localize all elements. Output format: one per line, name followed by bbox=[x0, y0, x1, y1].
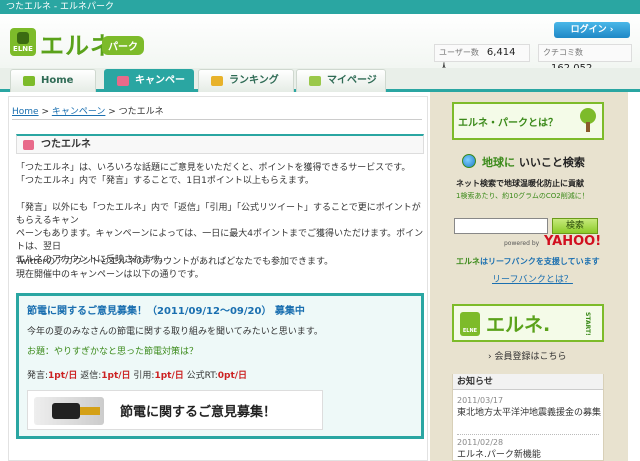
globe-icon bbox=[462, 154, 476, 168]
start-label: START! bbox=[584, 312, 591, 336]
intro-paragraph: 「つたエルネ」は、いろいろな話題にご意見をいただくと、ポイントを獲得できるサービ… bbox=[16, 162, 426, 188]
points-line: ペーンもあります。キャンペーンによっては、一日に最大4ポイントまでご獲得いただけ… bbox=[16, 229, 424, 252]
site-logo-park[interactable]: パーク bbox=[102, 36, 144, 55]
tab-ranking-label: ランキング bbox=[229, 75, 279, 86]
page-title: つたエルネ bbox=[41, 139, 91, 150]
news-item-link[interactable]: エルネ.パーク新機能 bbox=[457, 449, 603, 461]
main-nav: Home キャンペーン ランキング マイページ bbox=[0, 68, 640, 108]
site-header: ELNE エルネ. パーク ログイン › ユーザー数6,414人 クチコミ数16… bbox=[0, 14, 640, 74]
support-elne: エルネ bbox=[456, 257, 480, 266]
park-about-banner[interactable]: エルネ・パークとは？ bbox=[452, 102, 604, 140]
breadcrumb-sep: > bbox=[38, 107, 52, 117]
intro-line: 「つたエルネ」は、いろいろな話題にご意見をいただくと、ポイントを獲得できるサービ… bbox=[16, 163, 411, 173]
search-button[interactable]: 検索 bbox=[552, 218, 598, 234]
search-subtitle: ネット検索で地球温暖化防止に貢献 bbox=[456, 179, 584, 188]
campaign-points: 発言:1pt/日 返信:1pt/日 引用:1pt/日 公式RT:0pt/日 bbox=[27, 368, 247, 381]
user-count-stat: ユーザー数6,414人 bbox=[434, 44, 530, 74]
register-link[interactable]: › 会員登録はこちら bbox=[488, 349, 566, 362]
campaign-title-link[interactable]: 節電に関するご意見募集！（2011/09/12〜09/20） 募集中 bbox=[27, 302, 305, 317]
participation-line: 現在開催中のキャンペーンは以下の通りです。 bbox=[16, 270, 204, 280]
review-count-label: クチコミ数 bbox=[543, 48, 583, 57]
elne-logo-icon: ELNE bbox=[460, 312, 480, 336]
campaign-banner[interactable]: 節電に関するご意見募集！ bbox=[27, 390, 323, 430]
tab-campaign[interactable]: キャンペーン bbox=[104, 69, 194, 108]
tab-ranking[interactable]: ランキング bbox=[198, 69, 294, 92]
leafbank-link[interactable]: リーフバンクとは？ bbox=[492, 272, 573, 285]
window-title-bar: つたエルネ - エルネパーク bbox=[0, 0, 640, 14]
rt-label: 公式RT: bbox=[183, 371, 218, 381]
user-count-label: ユーザー数 bbox=[439, 48, 479, 57]
gift-icon bbox=[23, 140, 34, 150]
breadcrumb-divider bbox=[12, 119, 422, 120]
people-icon bbox=[309, 76, 321, 86]
search-title-green: 地球に bbox=[482, 156, 515, 169]
breadcrumb-campaign[interactable]: キャンペーン bbox=[52, 107, 106, 117]
say-label: 発言: bbox=[27, 371, 49, 381]
support-text: はリーフバンクを支援しています bbox=[480, 257, 600, 266]
elne-start-banner[interactable]: ELNE エルネ. START! bbox=[452, 304, 604, 342]
breadcrumb-home[interactable]: Home bbox=[12, 107, 39, 117]
page-title-box: つたエルネ bbox=[16, 134, 424, 154]
breadcrumb: Home > キャンペーン > つたエルネ bbox=[12, 104, 164, 117]
news-item-link[interactable]: 東北地方太平洋沖地震義援金の募集 bbox=[457, 407, 603, 419]
campaign-description: 今年の夏のみなさんの節電に関する取り組みを聞いてみたいと思います。 bbox=[27, 327, 323, 337]
gift-icon bbox=[117, 76, 129, 86]
campaign-topic: お題：やりすぎかなと思った節電対策は？ bbox=[27, 347, 199, 357]
reply-value: 1pt/日 bbox=[101, 371, 131, 381]
login-button[interactable]: ログイン › bbox=[554, 22, 630, 38]
tree-icon bbox=[578, 108, 598, 134]
search-title-black: いいこと検索 bbox=[515, 156, 585, 169]
tab-home-label: Home bbox=[41, 75, 74, 86]
breadcrumb-current: > つたエルネ bbox=[105, 107, 164, 117]
campaign-banner-text: 節電に関するご意見募集！ bbox=[120, 405, 277, 420]
news-date: 2011/02/28 bbox=[457, 438, 504, 447]
tab-mypage-label: マイページ bbox=[327, 75, 377, 86]
news-title: お知らせ bbox=[453, 374, 603, 390]
say-value: 1pt/日 bbox=[48, 371, 78, 381]
news-date: 2011/03/17 bbox=[457, 396, 504, 405]
tab-mypage[interactable]: マイページ bbox=[296, 69, 386, 92]
yahoo-logo: YAHOO! bbox=[544, 234, 602, 249]
news-box: お知らせ 2011/03/17 東北地方太平洋沖地震義援金の募集 2011/02… bbox=[452, 374, 604, 461]
intro-line: 「つたエルネ」内で「発言」することで、1日1ポイント以上もらえます。 bbox=[16, 176, 314, 186]
window-title: つたエルネ - エルネパーク bbox=[6, 2, 114, 12]
reply-label: 返信: bbox=[77, 371, 102, 381]
campaign-box: 節電に関するご意見募集！（2011/09/12〜09/20） 募集中 今年の夏の… bbox=[16, 293, 424, 439]
search-co2-note: 1検索あたり、約10グラムのCO2削減に！ bbox=[456, 192, 589, 200]
points-line: 「発言」以外にも「つたエルネ」内で「返信」「引用」「公式リツイート」することで更… bbox=[16, 203, 421, 226]
review-count-stat: クチコミ数162,052 bbox=[538, 44, 632, 74]
participation-paragraph: Twitterのアカウントとエルネのアカウントがあればどなたでも参加できます。 … bbox=[16, 256, 426, 282]
tab-home[interactable]: Home bbox=[10, 69, 96, 92]
search-widget-title: 地球に いいこと検索 bbox=[482, 154, 585, 170]
elne-logo-icon[interactable]: ELNE bbox=[10, 28, 36, 56]
participation-line: Twitterのアカウントとエルネのアカウントがあればどなたでも参加できます。 bbox=[16, 257, 334, 267]
quote-value: 1pt/日 bbox=[154, 371, 184, 381]
elne-start-text: エルネ. bbox=[486, 314, 551, 336]
powered-by-label: powered by bbox=[504, 240, 540, 247]
support-note: エルネはリーフバンクを支援しています bbox=[456, 256, 600, 267]
search-input[interactable] bbox=[454, 218, 548, 234]
power-plug-icon bbox=[34, 397, 104, 425]
quote-label: 引用: bbox=[130, 371, 155, 381]
rt-value: 0pt/日 bbox=[217, 371, 248, 381]
eco-search-widget: 地球に いいこと検索 ネット検索で地球温暖化防止に貢献 1検索あたり、約10グラ… bbox=[452, 148, 604, 298]
trophy-icon bbox=[211, 76, 223, 86]
sprout-icon bbox=[23, 76, 35, 86]
park-about-text: エルネ・パークとは？ bbox=[458, 118, 558, 129]
news-divider bbox=[457, 434, 599, 435]
